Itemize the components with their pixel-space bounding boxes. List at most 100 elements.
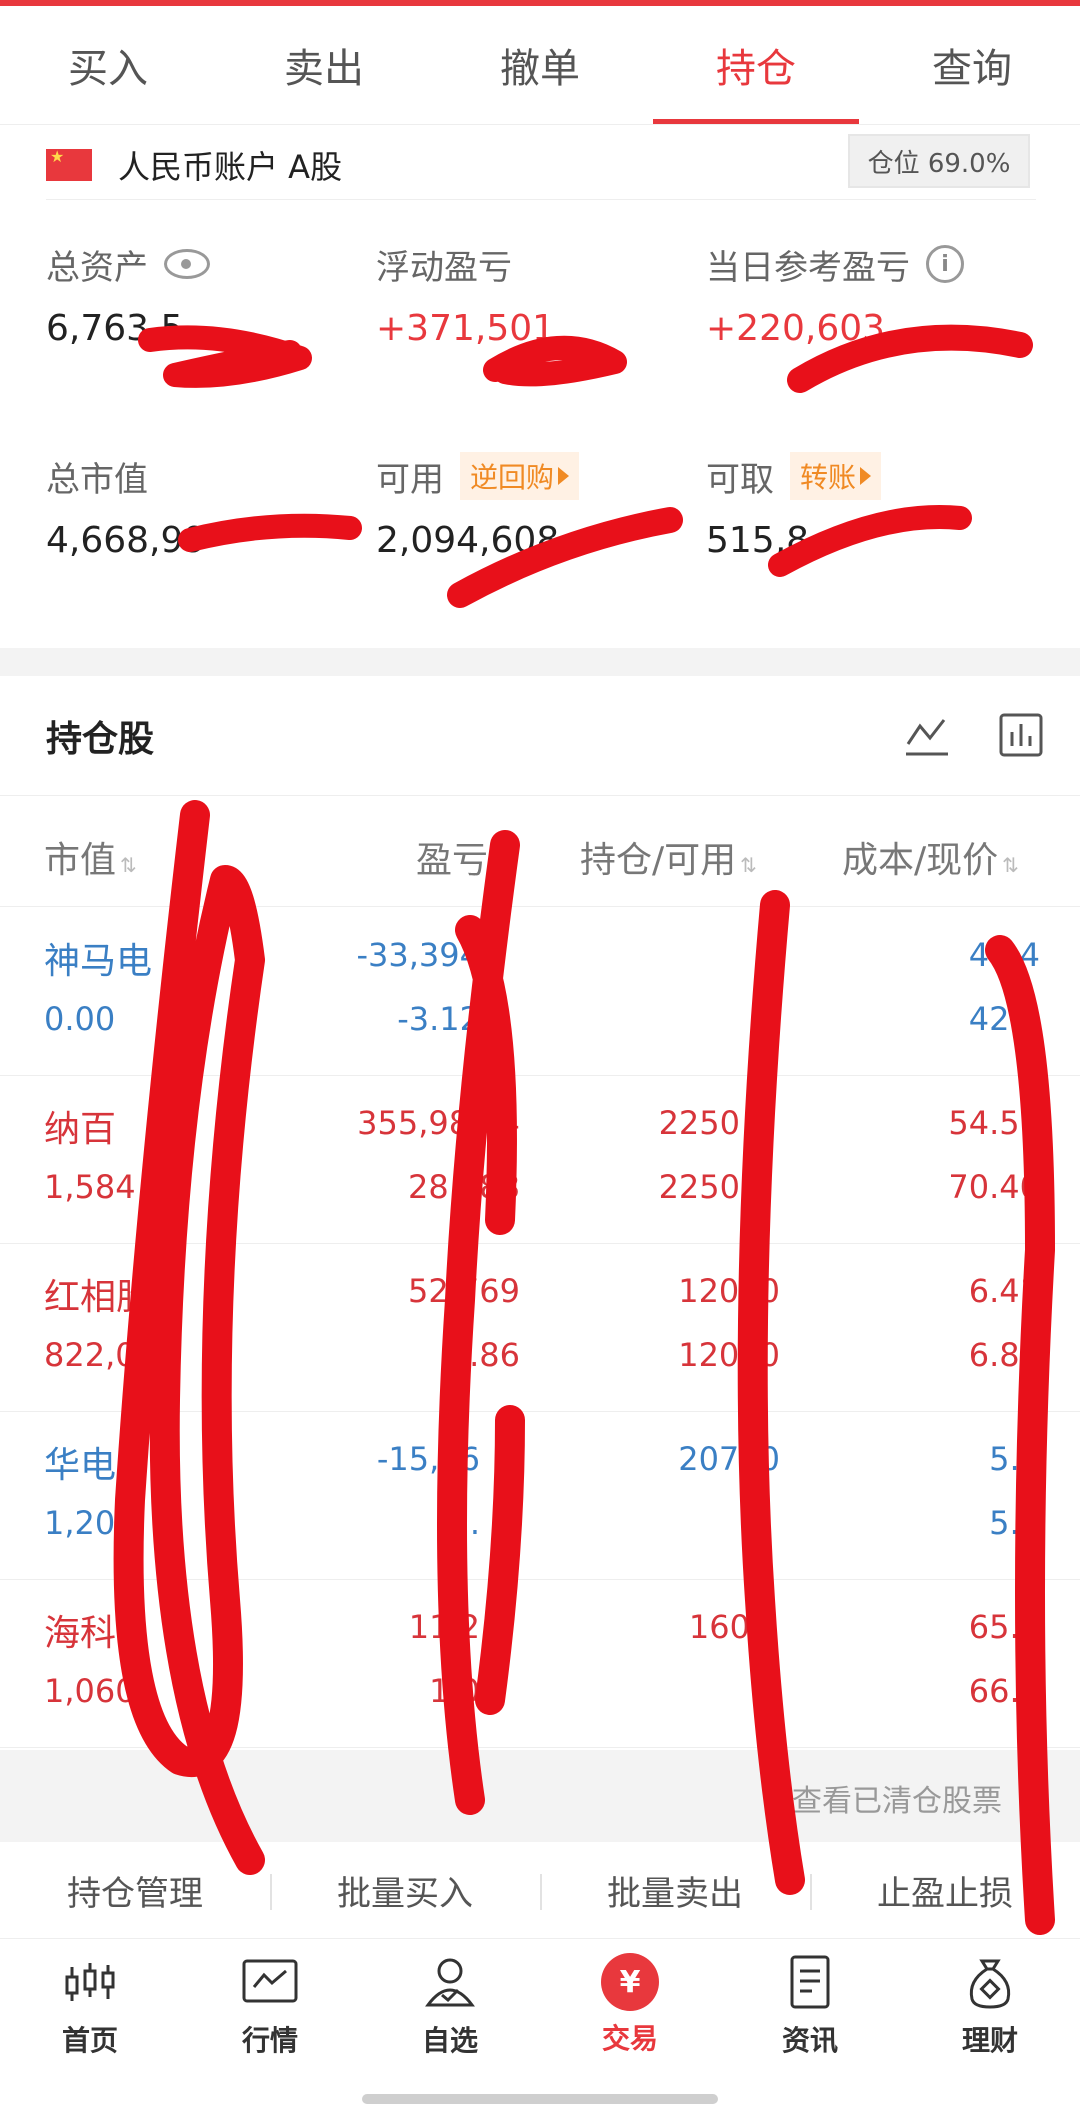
stock-price: 42.1 — [968, 1000, 1040, 1038]
nav-label: 首页 — [61, 2024, 118, 2057]
play-arrow-icon — [558, 467, 570, 485]
nav-news[interactable]: 资讯 — [720, 1939, 900, 2114]
play-arrow-icon — [860, 467, 872, 485]
reverse-repo-label: 逆回购 — [470, 461, 555, 494]
trade-tabs: 买入 卖出 撤单 持仓 查询 — [0, 0, 1080, 125]
stock-avail: 2250 — [658, 1168, 740, 1206]
candlestick-icon — [65, 1963, 115, 2001]
stock-name: 华电 — [44, 1445, 117, 1486]
daily-pl-value: +220,603 — [706, 308, 886, 349]
stock-price: 5.8 — [989, 1504, 1040, 1542]
withdrawable-label: 可取 — [706, 459, 774, 500]
nav-trade[interactable]: ¥ 交易 — [540, 1939, 720, 2114]
summary-row-2: 总市值 4,668,99 可用 逆回购 2,094,608 可取 转账 515,8 — [46, 452, 1036, 561]
col-pl[interactable]: 盈亏 — [416, 831, 488, 883]
table-row[interactable]: 红相股 822,0 52,769 6.86 12000 12000 6.41 6… — [0, 1244, 1080, 1412]
bottom-nav: 首页 行情 自选 ¥ 交易 资讯 理财 — [0, 1938, 1080, 2114]
col-market-value-label: 市值 — [44, 840, 117, 881]
nav-label: 行情 — [241, 2024, 298, 2057]
nav-home[interactable]: 首页 — [0, 1939, 180, 2114]
table-row[interactable]: 海科 1,060 11,2 1.0 160 65.5 66.2 — [0, 1580, 1080, 1748]
holdings-toolbar: 持仓管理 批量买入 批量卖出 止盈止损 — [0, 1842, 1080, 1938]
stock-qty: 2250 — [658, 1104, 740, 1142]
stock-pl-pct: 28.988 — [408, 1168, 520, 1206]
manage-positions-button[interactable]: 持仓管理 — [0, 1866, 270, 1915]
total-assets-label: 总资产 — [46, 247, 148, 288]
bar-chart-icon[interactable] — [996, 710, 1046, 760]
batch-buy-button[interactable]: 批量买入 — [270, 1866, 540, 1915]
nav-wealth[interactable]: 理财 — [900, 1939, 1080, 2114]
sort-icon: ⇅ — [1002, 853, 1019, 877]
stock-market-value: 1,20 — [44, 1504, 116, 1542]
trading-page: 买入 卖出 撤单 持仓 查询 人民币账户 A股 仓位 69.0% 总资产 6,7… — [0, 0, 1080, 2114]
chart-monitor-icon — [242, 1959, 298, 2003]
stock-market-value: 1,060 — [44, 1672, 136, 1710]
stock-pl: -15,06 — [376, 1440, 480, 1478]
table-row[interactable]: 华电 1,20 -15,06 -1. 20700 5.8 5.8 — [0, 1412, 1080, 1580]
market-value-label: 总市值 — [46, 459, 148, 500]
user-check-icon — [425, 1958, 475, 2007]
col-cost-price[interactable]: 成本/现价 ⇅ — [842, 831, 1019, 883]
eye-icon[interactable] — [164, 249, 210, 279]
section-divider — [0, 648, 1080, 676]
col-market-value[interactable]: 市值 ⇅ — [44, 831, 137, 883]
table-row[interactable]: 纳百 1,584 355,983.4 28.988 2250 2250 54.5… — [0, 1076, 1080, 1244]
sort-icon: ⇅ — [740, 853, 757, 877]
cleared-stocks-link[interactable]: 查看已清仓股票 — [792, 1776, 1002, 1820]
stock-cost: 44.4 — [968, 936, 1040, 974]
stock-market-value: 0.00 — [44, 1000, 116, 1038]
stock-name: 纳百 — [44, 1109, 117, 1150]
daily-pl-label: 当日参考盈亏 — [706, 247, 910, 288]
holdings-title: 持仓股 — [46, 718, 155, 760]
market-value-value: 4,668,99 — [46, 520, 207, 561]
available-funds: 可用 逆回购 2,094,608 — [376, 452, 706, 561]
info-icon[interactable]: i — [926, 245, 964, 283]
cleared-stocks-bar: 查看已清仓股票 — [0, 1750, 1080, 1842]
stock-pl: -33,394 — [356, 936, 480, 974]
account-name: 人民币账户 A股 — [118, 147, 343, 186]
holdings-header: 持仓股 — [0, 676, 1080, 796]
total-assets: 总资产 6,763,5 — [46, 240, 376, 349]
tab-query[interactable]: 查询 — [864, 6, 1080, 124]
nav-market[interactable]: 行情 — [180, 1939, 360, 2114]
withdrawable-funds: 可取 转账 515,8 — [706, 452, 1036, 561]
col-qty[interactable]: 持仓/可用 ⇅ — [580, 831, 757, 883]
stock-market-value: 822,0 — [44, 1336, 136, 1374]
available-value: 2,094,608 — [376, 520, 560, 561]
stock-pl: 355,983.4 — [357, 1104, 520, 1142]
reverse-repo-button[interactable]: 逆回购 — [460, 452, 580, 500]
transfer-label: 转账 — [800, 461, 857, 494]
stock-pl: 11,2 — [408, 1608, 480, 1646]
tab-positions[interactable]: 持仓 — [648, 6, 864, 124]
home-indicator[interactable] — [362, 2094, 718, 2104]
account-bar[interactable]: 人民币账户 A股 仓位 69.0% — [46, 130, 1036, 200]
line-chart-icon[interactable] — [902, 710, 952, 760]
tab-cancel[interactable]: 撤单 — [432, 6, 648, 124]
stock-market-value: 1,584 — [44, 1168, 136, 1206]
china-flag-icon — [46, 147, 92, 181]
withdrawable-value: 515,8 — [706, 520, 810, 561]
tab-sell[interactable]: 卖出 — [216, 6, 432, 124]
holdings-column-header: 市值 ⇅ 盈亏 持仓/可用 ⇅ 成本/现价 ⇅ — [0, 797, 1080, 907]
stock-cost: 6.41 — [968, 1272, 1040, 1310]
table-row[interactable]: 神马电 0.00 -33,394 -3.12 44.4 42.1 — [0, 908, 1080, 1076]
batch-sell-button[interactable]: 批量卖出 — [540, 1866, 810, 1915]
transfer-button[interactable]: 转账 — [790, 452, 882, 500]
stock-cost: 65.5 — [968, 1608, 1040, 1646]
stock-pl: 52,769 — [408, 1272, 520, 1310]
holdings-list: 神马电 0.00 -33,394 -3.12 44.4 42.1 纳百 1,58… — [0, 908, 1080, 1748]
nav-watchlist[interactable]: 自选 — [360, 1939, 540, 2114]
col-qty-label: 持仓/可用 — [580, 840, 737, 881]
scribble-floating-pl — [483, 335, 627, 387]
stock-name: 红相股 — [44, 1277, 153, 1318]
stock-name: 海科 — [44, 1613, 117, 1654]
market-value: 总市值 4,668,99 — [46, 452, 376, 562]
total-assets-value: 6,763,5 — [46, 308, 184, 349]
stop-profit-loss-button[interactable]: 止盈止损 — [810, 1866, 1080, 1915]
tab-buy[interactable]: 买入 — [0, 6, 216, 124]
summary-row-1: 总资产 6,763,5 浮动盈亏 +371,501 当日参考盈亏 i +220,6… — [46, 240, 1036, 349]
floating-pl-value: +371,501 — [376, 308, 556, 349]
col-pl-label: 盈亏 — [416, 840, 489, 881]
floating-pl-label: 浮动盈亏 — [376, 247, 512, 288]
yuan-icon: ¥ — [601, 1953, 659, 2011]
